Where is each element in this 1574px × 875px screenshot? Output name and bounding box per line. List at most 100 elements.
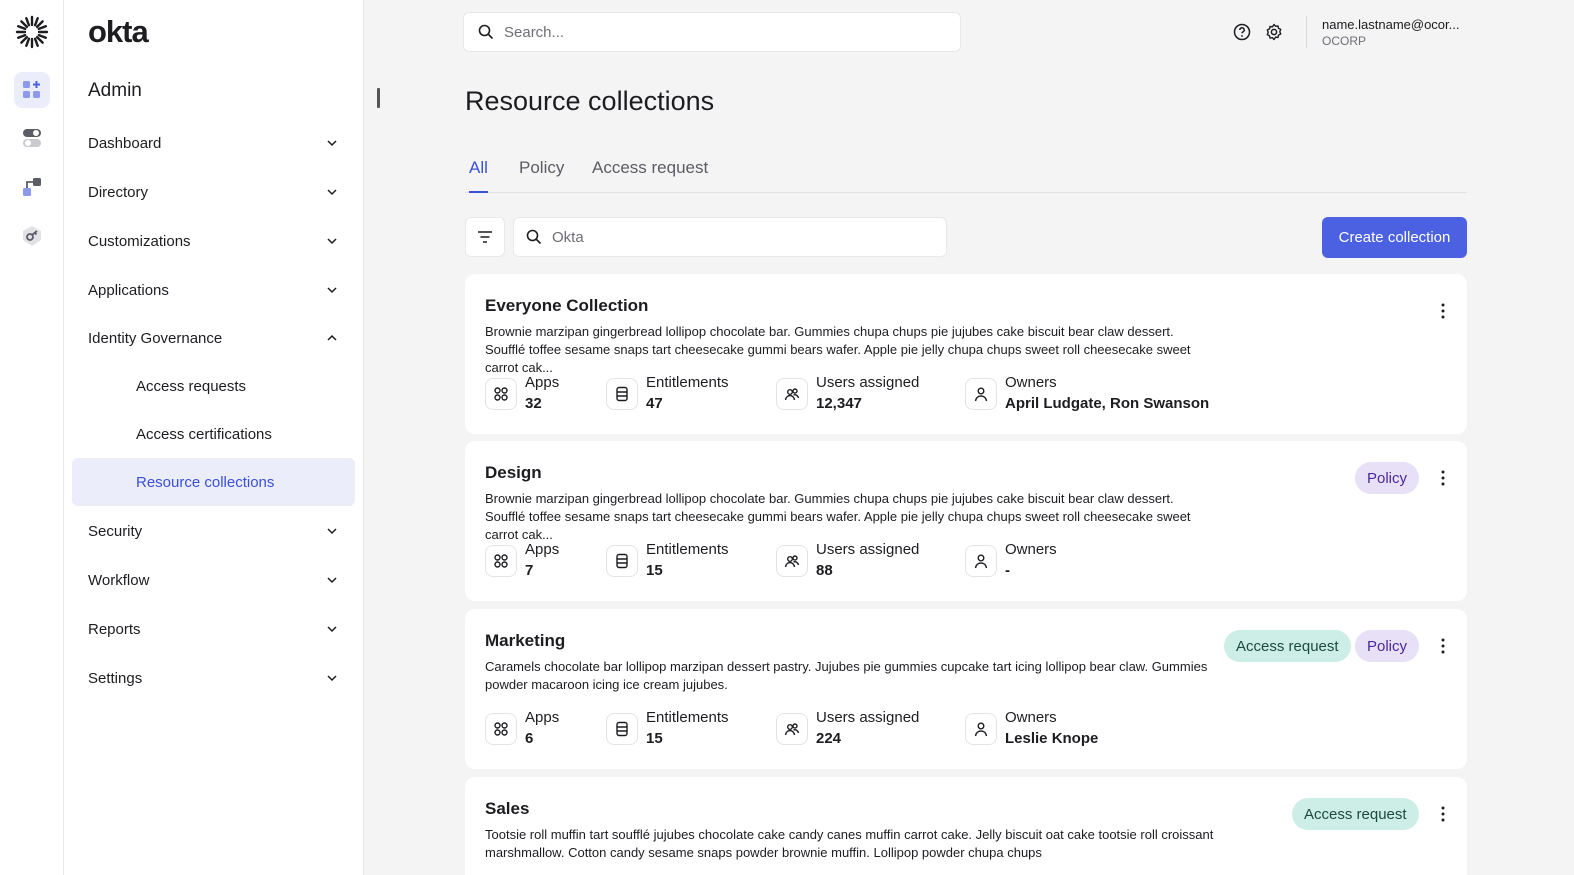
metric-value: 32 (525, 395, 542, 412)
sidebar-item-label: Security (88, 522, 143, 540)
collection-card[interactable]: Everyone Collection Brownie marzipan gin… (465, 274, 1467, 434)
collection-card[interactable]: Sales Tootsie roll muffin tart soufflé j… (465, 777, 1467, 875)
card-description: Brownie marzipan gingerbread lollipop ch… (485, 491, 1191, 542)
metric-label: Owners (1005, 541, 1057, 558)
global-search[interactable] (463, 12, 961, 52)
card-title[interactable]: Marketing (485, 631, 565, 651)
card-title[interactable]: Design (485, 463, 542, 483)
metric-label: Apps (525, 541, 560, 558)
tab-all[interactable]: All (469, 158, 488, 193)
tab-policy[interactable]: Policy (519, 158, 564, 193)
users-icon (776, 545, 808, 577)
policy-tag: Policy (1355, 630, 1420, 662)
tab-access-request[interactable]: Access request (592, 158, 708, 193)
sidebar-item-workflow[interactable]: Workflow (72, 558, 355, 602)
sidebar-subitem-label: Access requests (136, 377, 247, 395)
metric-value: 15 (646, 730, 663, 747)
metric-label: Users assigned (816, 374, 920, 391)
sidebar: okta Admin Dashboard Directory Customiza… (64, 0, 364, 875)
entitlements-icon (606, 378, 638, 410)
sidebar-item-label: Reports (88, 620, 141, 638)
page-title: Resource collections (465, 86, 715, 116)
metric-label: Users assigned (816, 709, 920, 726)
sidebar-subitem-access-requests[interactable]: Access requests (72, 362, 355, 410)
admin-dashboard-icon[interactable] (14, 72, 50, 108)
more-options-icon[interactable] (1437, 468, 1449, 488)
sidebar-title: Admin (88, 80, 142, 101)
metric-value: 88 (816, 562, 833, 579)
topbar-divider (1306, 16, 1307, 48)
sidebar-subitem-access-certifications[interactable]: Access certifications (72, 410, 355, 458)
metric-label: Owners (1005, 374, 1057, 391)
apps-icon (485, 378, 517, 410)
sidebar-item-reports[interactable]: Reports (72, 607, 355, 651)
chevron-up-icon (327, 334, 337, 341)
card-description: Brownie marzipan gingerbread lollipop ch… (485, 324, 1191, 375)
more-options-icon[interactable] (1437, 636, 1449, 656)
metric-value: 7 (525, 562, 534, 579)
create-collection-button[interactable]: Create collection (1322, 217, 1467, 258)
metric-label: Entitlements (646, 374, 729, 391)
apps-icon (485, 713, 517, 745)
users-icon (776, 713, 808, 745)
sidebar-item-applications[interactable]: Applications (72, 268, 355, 312)
filter-button[interactable] (465, 217, 505, 257)
sidebar-item-customizations[interactable]: Customizations (72, 219, 355, 263)
app-rail (0, 0, 64, 875)
chevron-down-icon (327, 528, 337, 535)
collection-card[interactable]: Design Brownie marzipan gingerbread loll… (465, 441, 1467, 601)
sidebar-item-security[interactable]: Security (72, 509, 355, 553)
sidebar-subitem-resource-collections[interactable]: Resource collections (72, 458, 355, 506)
sidebar-item-label: Directory (88, 183, 149, 201)
okta-logo-icon[interactable] (15, 15, 49, 49)
search-icon (526, 229, 542, 245)
sidebar-item-dashboard[interactable]: Dashboard (72, 121, 355, 165)
card-description: Tootsie roll muffin tart soufflé jujubes… (485, 827, 1214, 860)
key-icon[interactable] (14, 218, 50, 254)
more-options-icon[interactable] (1437, 301, 1449, 321)
sidebar-item-label: Dashboard (88, 134, 162, 152)
gear-icon[interactable] (1264, 22, 1284, 42)
sidebar-collapse-handle[interactable] (377, 88, 380, 108)
sidebar-item-identity-governance[interactable]: Identity Governance (72, 316, 355, 360)
metric-label: Entitlements (646, 709, 729, 726)
metric-label: Apps (525, 374, 560, 391)
toggle-icon[interactable] (14, 120, 50, 156)
person-icon (965, 713, 997, 745)
card-title[interactable]: Everyone Collection (485, 296, 648, 316)
sidebar-subitem-label: Resource collections (136, 473, 275, 491)
person-icon (965, 378, 997, 410)
sidebar-item-settings[interactable]: Settings (72, 656, 355, 700)
chevron-down-icon (327, 287, 337, 294)
metric-value: April Ludgate, Ron Swanson (1005, 395, 1210, 412)
brand-logo: okta (88, 14, 149, 49)
metric-label: Apps (525, 709, 560, 726)
chevron-down-icon (327, 238, 337, 245)
chevron-down-icon (327, 140, 337, 147)
entitlements-icon (606, 545, 638, 577)
workflow-icon[interactable] (14, 169, 50, 205)
search-icon (478, 24, 494, 40)
metric-value: Leslie Knope (1005, 730, 1099, 747)
metric-value: 12,347 (816, 395, 862, 412)
entitlements-icon (606, 713, 638, 745)
sidebar-item-label: Customizations (88, 232, 191, 250)
help-icon[interactable] (1232, 22, 1252, 42)
metric-value: 15 (646, 562, 663, 579)
metric-label: Entitlements (646, 541, 729, 558)
collection-search-input[interactable] (552, 228, 932, 246)
filter-icon (478, 231, 492, 243)
card-title[interactable]: Sales (485, 799, 529, 819)
user-email[interactable]: name.lastname@ocor... (1322, 17, 1459, 32)
card-description: Caramels chocolate bar lollipop marzipan… (485, 659, 1208, 692)
collection-tabs: All Policy Access request (465, 150, 1467, 193)
global-search-input[interactable] (504, 23, 924, 41)
collection-card[interactable]: Marketing Caramels chocolate bar lollipo… (465, 609, 1467, 769)
chevron-down-icon (327, 675, 337, 682)
sidebar-item-label: Settings (88, 669, 143, 687)
collection-search[interactable] (513, 217, 947, 257)
access-request-tag: Access request (1292, 798, 1419, 830)
sidebar-item-directory[interactable]: Directory (72, 170, 355, 214)
more-options-icon[interactable] (1437, 804, 1449, 824)
apps-icon (485, 545, 517, 577)
